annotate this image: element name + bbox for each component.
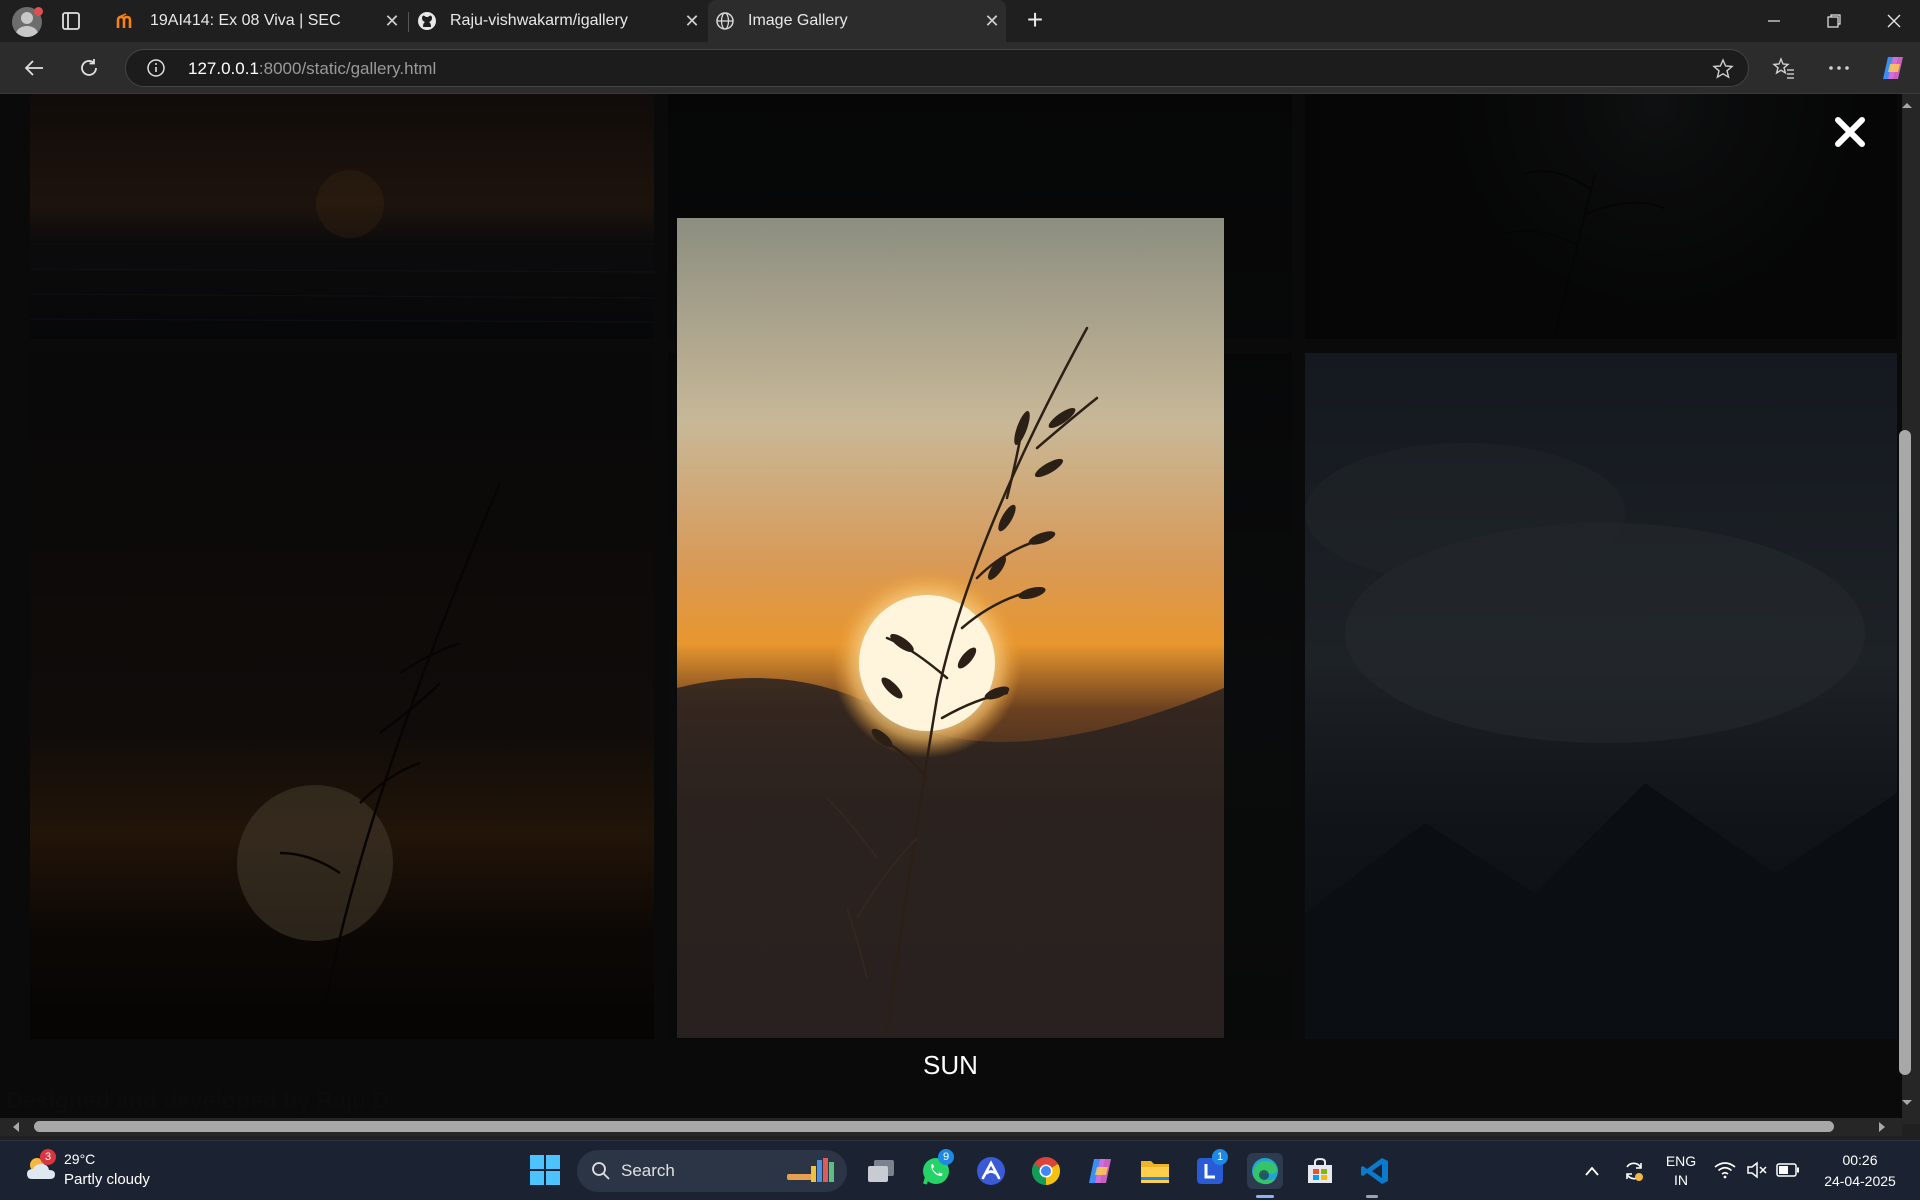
title-bar: 19AI414: Ex 08 Viva | SEC ✕ Raju-vishwak…	[0, 0, 1920, 42]
vertical-scroll-thumb[interactable]	[1899, 430, 1911, 1075]
back-arrow-icon[interactable]	[18, 52, 50, 84]
site-info-icon[interactable]	[146, 58, 166, 78]
footer-credit: Designed and developed by Raju D	[6, 1087, 390, 1113]
tab-title: Image Gallery	[748, 12, 848, 29]
edge-browser-icon[interactable]	[1247, 1153, 1283, 1189]
tab-title: Raju-vishwakarm/igallery	[450, 12, 628, 29]
tab-separator	[408, 12, 409, 32]
new-tab-plus-icon[interactable]: +	[1020, 6, 1050, 36]
url-text: 127.0.0.1:8000/static/gallery.html	[188, 59, 436, 79]
minimize-icon[interactable]	[1744, 0, 1804, 42]
show-hidden-icons-chevron-icon[interactable]	[1584, 1165, 1600, 1177]
url-path: :8000/static/gallery.html	[258, 59, 437, 78]
clock-date[interactable]: 24-04-2025	[1810, 1173, 1910, 1189]
whatsapp-badge: 9	[938, 1149, 954, 1165]
microsoft-store-icon[interactable]	[1302, 1153, 1338, 1189]
close-tab-icon[interactable]: ✕	[378, 11, 406, 32]
horizontal-scroll-thumb[interactable]	[34, 1121, 1834, 1132]
moodle-icon	[116, 10, 138, 32]
search-label: Search	[621, 1161, 675, 1180]
scroll-down-arrow-icon[interactable]	[1900, 1098, 1914, 1108]
more-options-icon[interactable]	[1823, 52, 1855, 84]
tab-title: 19AI414: Ex 08 Viva | SEC	[150, 12, 341, 29]
browser-toolbar: 127.0.0.1:8000/static/gallery.html	[0, 42, 1920, 94]
scroll-left-arrow-icon[interactable]	[10, 1120, 22, 1134]
favorites-icon[interactable]	[1768, 52, 1800, 84]
close-modal-icon[interactable]	[1832, 114, 1868, 150]
windows-start-icon[interactable]	[527, 1152, 563, 1188]
modal-image-sun	[677, 218, 1224, 1038]
search-highlight-books-icon	[787, 1158, 834, 1182]
chrome-icon[interactable]	[1028, 1153, 1064, 1189]
tab-igallery-repo[interactable]: Raju-vishwakarm/igallery ✕	[410, 0, 706, 42]
close-tab-icon[interactable]: ✕	[678, 11, 706, 32]
restore-icon[interactable]	[1804, 0, 1864, 42]
github-icon	[416, 10, 438, 32]
copilot-app-icon[interactable]	[1082, 1153, 1118, 1189]
close-tab-icon[interactable]: ✕	[978, 11, 1006, 32]
sync-icon[interactable]	[1622, 1159, 1646, 1183]
vscode-icon[interactable]	[1357, 1153, 1393, 1189]
wifi-icon[interactable]	[1714, 1161, 1736, 1179]
tab-image-gallery[interactable]: Image Gallery ✕	[708, 0, 1006, 42]
clock-time[interactable]: 00:26	[1810, 1152, 1910, 1168]
language-secondary[interactable]: IN	[1662, 1172, 1700, 1188]
taskbar-search-box[interactable]: Search	[577, 1150, 847, 1192]
profile-notification-dot	[34, 7, 43, 16]
globe-icon	[714, 10, 736, 32]
page-viewport: SUN Designed and developed by Raju D	[0, 94, 1902, 1124]
taskbar: 3 29°C Partly cloudy Search 9 1 ENG IN 0…	[0, 1140, 1920, 1200]
close-window-icon[interactable]	[1864, 0, 1920, 42]
reload-icon[interactable]	[73, 52, 105, 84]
url-host: 127.0.0.1	[188, 59, 259, 78]
weather-description: Partly cloudy	[64, 1171, 150, 1188]
battery-icon[interactable]	[1776, 1162, 1800, 1178]
speaker-muted-icon[interactable]	[1746, 1161, 1768, 1179]
scroll-right-arrow-icon[interactable]	[1876, 1120, 1888, 1134]
modal-caption: SUN	[923, 1050, 978, 1080]
tab-ex08-viva[interactable]: 19AI414: Ex 08 Viva | SEC ✕	[110, 0, 406, 42]
weather-temperature: 29°C	[64, 1151, 96, 1167]
search-icon	[592, 1162, 610, 1180]
arc-app-icon[interactable]	[973, 1153, 1009, 1189]
copilot-icon[interactable]	[1877, 52, 1909, 84]
teams-badge: 1	[1212, 1149, 1228, 1165]
weather-badge: 3	[40, 1149, 56, 1165]
edge-active-indicator	[1256, 1195, 1274, 1198]
vscode-running-indicator	[1366, 1195, 1378, 1198]
favorite-star-icon[interactable]	[1712, 58, 1734, 85]
language-primary[interactable]: ENG	[1662, 1153, 1700, 1169]
tab-actions-icon[interactable]	[58, 8, 84, 34]
task-view-icon[interactable]	[863, 1153, 899, 1189]
scroll-up-arrow-icon[interactable]	[1900, 100, 1914, 110]
address-bar[interactable]: 127.0.0.1:8000/static/gallery.html	[125, 49, 1749, 87]
file-explorer-icon[interactable]	[1137, 1153, 1173, 1189]
